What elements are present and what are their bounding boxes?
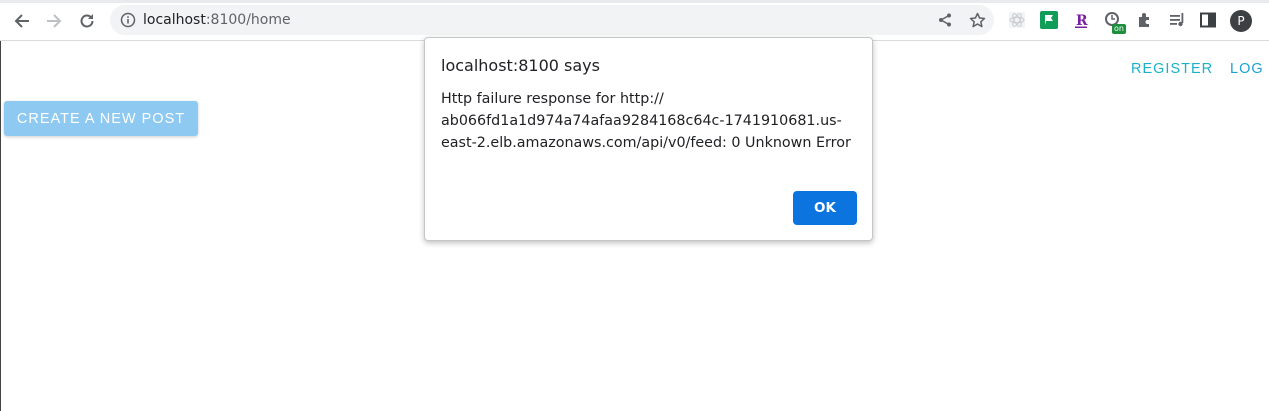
tab-strip-edge (0, 0, 1269, 3)
dialog-message: Http failure response for http:// ab066f… (441, 88, 861, 154)
extension-flag-icon[interactable] (1039, 10, 1059, 30)
dialog-message-line: ab066fd1a1d974a74afaa9284168c64c-1741910… (441, 113, 842, 129)
extension-on-badge: on (1112, 24, 1126, 34)
forward-icon[interactable] (41, 8, 67, 34)
login-link[interactable]: LOG I (1230, 61, 1269, 77)
reading-list-icon[interactable] (1167, 10, 1187, 30)
alert-dialog: localhost:8100 says Http failure respons… (424, 37, 873, 241)
profile-avatar[interactable]: P (1230, 10, 1252, 32)
back-icon[interactable] (9, 8, 35, 34)
address-bar[interactable]: localhost:8100/home (110, 5, 994, 35)
register-link[interactable]: REGISTER (1131, 61, 1213, 77)
dialog-message-line: east-2.elb.amazonaws.com/api/v0/feed: 0 … (441, 135, 851, 151)
extension-r-icon[interactable]: R (1071, 10, 1091, 30)
info-icon[interactable] (120, 12, 136, 32)
browser-toolbar: localhost:8100/home R on P (0, 0, 1269, 41)
side-panel-icon[interactable] (1198, 10, 1218, 30)
url-host: localhost (143, 12, 206, 28)
url-path: :8100/home (205, 12, 291, 28)
extensions-puzzle-icon[interactable] (1135, 10, 1155, 30)
url-text[interactable]: localhost:8100/home (143, 12, 291, 28)
reload-icon[interactable] (74, 8, 100, 34)
ok-button[interactable]: OK (793, 191, 857, 225)
create-post-button[interactable]: CREATE A NEW POST (4, 101, 198, 136)
bookmark-star-icon[interactable] (968, 11, 986, 29)
dialog-message-line: Http failure response for http:// (441, 91, 664, 107)
share-icon[interactable] (936, 11, 954, 29)
extension-react-icon[interactable] (1007, 10, 1027, 30)
dialog-title: localhost:8100 says (441, 56, 600, 75)
